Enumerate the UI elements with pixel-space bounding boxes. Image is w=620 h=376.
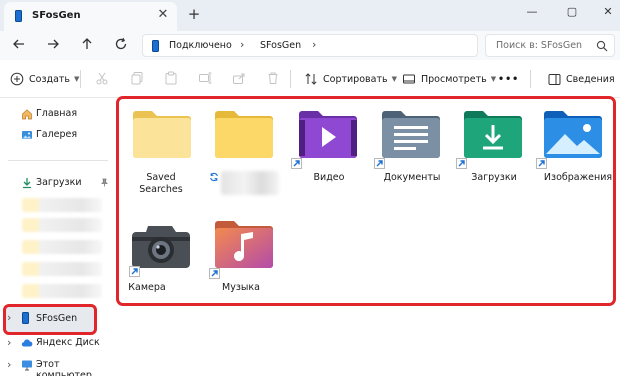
sidebar-item-label: Главная	[36, 108, 78, 119]
share-icon[interactable]	[232, 71, 246, 85]
highlight-frame-sidebar	[3, 304, 97, 335]
search-placeholder: Поиск в: SFosGen	[496, 40, 583, 51]
minimize-button[interactable]: —	[520, 3, 544, 21]
highlight-frame-content	[116, 96, 616, 306]
sort-button[interactable]: Сортировать ▼	[304, 71, 397, 87]
sort-label: Сортировать	[323, 73, 388, 85]
refresh-button[interactable]	[112, 37, 130, 55]
refresh-icon	[115, 37, 127, 50]
cloud-icon	[21, 339, 33, 347]
create-button[interactable]: Создать ▼	[10, 71, 79, 87]
breadcrumb-separator[interactable]: ›	[240, 38, 244, 51]
chevron-down-icon: ▼	[490, 75, 497, 83]
create-label: Создать	[29, 73, 71, 85]
maximize-button[interactable]: ▢	[560, 3, 584, 21]
tab-close-button[interactable]: ✕	[156, 7, 170, 23]
rename-icon[interactable]	[198, 71, 212, 85]
details-pane-icon	[548, 73, 561, 85]
command-bar: Создать ▼ Сортировать ▼ Просмотреть ▼ ••…	[0, 60, 620, 98]
blurred-item[interactable]	[22, 262, 102, 276]
close-window-button[interactable]: ✕	[596, 3, 620, 21]
gallery-icon	[22, 131, 32, 139]
sidebar-item-downloads[interactable]: Загрузки	[0, 174, 112, 192]
tab-sfosgen[interactable]: SFosGen ✕	[4, 2, 177, 31]
toolbar-divider	[80, 70, 81, 88]
delete-icon[interactable]	[266, 71, 280, 85]
sidebar-item-label: Яндекс Диск	[36, 337, 100, 348]
computer-icon	[22, 360, 32, 371]
sidebar-item-yandex-disk[interactable]: › Яндекс Диск	[0, 334, 112, 352]
back-button[interactable]	[10, 37, 28, 55]
cut-icon[interactable]	[95, 71, 109, 85]
toolbar-divider	[530, 70, 531, 88]
plus-circle-icon	[10, 72, 24, 86]
chevron-down-icon: ▼	[74, 75, 80, 83]
view-label: Просмотреть	[421, 73, 487, 85]
home-icon	[22, 109, 32, 120]
sidebar-divider	[8, 160, 108, 161]
sidebar-item-label: Галерея	[36, 129, 78, 140]
view-icon	[403, 74, 415, 84]
sidebar-item-home[interactable]: Главная	[0, 105, 112, 123]
address-bar-row: Подключено › SFosGen › Поиск в: SFosGen	[0, 31, 620, 60]
phone-icon	[152, 40, 159, 52]
blurred-item[interactable]	[22, 218, 102, 232]
chevron-down-icon: ▼	[391, 75, 397, 83]
sort-icon	[305, 73, 317, 85]
title-bar: SFosGen ✕ + — ▢ ✕	[0, 0, 620, 31]
toolbar-divider	[290, 70, 291, 88]
paste-icon[interactable]	[164, 71, 178, 85]
arrow-right-icon	[48, 39, 59, 49]
blurred-item[interactable]	[22, 284, 102, 298]
tab-label: SFosGen	[32, 10, 81, 21]
expand-chevron-icon[interactable]: ›	[7, 358, 11, 371]
pin-icon[interactable]	[100, 178, 109, 187]
breadcrumb-connected[interactable]: Подключено	[169, 40, 232, 51]
breadcrumb-separator[interactable]: ›	[312, 38, 316, 51]
view-button[interactable]: Просмотреть ▼	[402, 71, 496, 87]
more-options-button[interactable]: •••	[498, 71, 519, 87]
address-field[interactable]: Подключено › SFosGen ›	[142, 34, 478, 57]
expand-chevron-icon[interactable]: ›	[7, 336, 11, 349]
up-button[interactable]	[78, 37, 96, 55]
download-icon	[23, 178, 31, 189]
sidebar-item-this-pc[interactable]: › Этот компьютер	[0, 356, 112, 376]
forward-button[interactable]	[44, 37, 62, 55]
arrow-up-icon	[82, 38, 92, 49]
details-label: Сведения	[566, 73, 615, 85]
sidebar-item-label: Загрузки	[36, 177, 82, 188]
sidebar-item-gallery[interactable]: Галерея	[0, 126, 112, 144]
blurred-item[interactable]	[22, 240, 102, 254]
blurred-item[interactable]	[22, 198, 102, 212]
phone-icon	[15, 10, 22, 22]
search-icon	[596, 40, 608, 52]
new-tab-button[interactable]: +	[186, 6, 202, 22]
arrow-left-icon	[13, 39, 24, 49]
details-button[interactable]: Сведения	[548, 71, 615, 87]
copy-icon[interactable]	[130, 71, 144, 85]
search-box[interactable]: Поиск в: SFosGen	[485, 34, 615, 57]
breadcrumb-sfosgen[interactable]: SFosGen	[260, 40, 301, 51]
sidebar-item-label: Этот компьютер	[36, 359, 92, 376]
